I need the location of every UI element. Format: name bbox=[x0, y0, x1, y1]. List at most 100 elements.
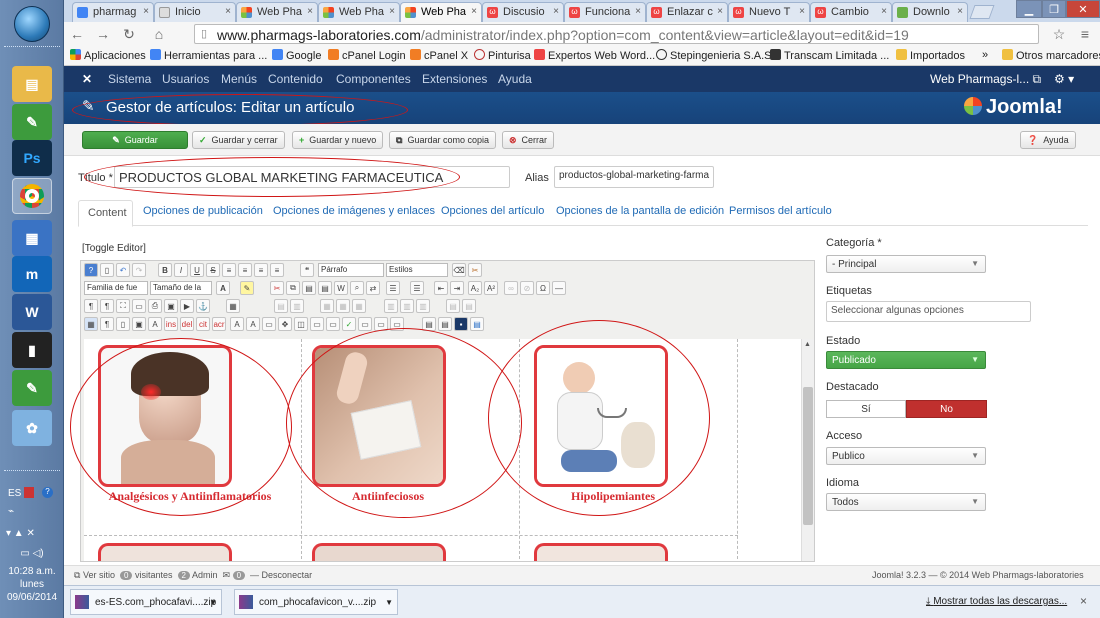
reload-icon[interactable]: ↻ bbox=[120, 25, 138, 43]
bookmarks-overflow[interactable]: » bbox=[982, 49, 988, 61]
notepad-plus-icon-2[interactable]: ✎ bbox=[12, 370, 52, 406]
save-copy-button[interactable]: ⧉ Guardar como copia bbox=[389, 131, 496, 149]
new-tab-button[interactable] bbox=[969, 5, 995, 19]
highlight-color-icon[interactable]: ✎ bbox=[240, 281, 254, 295]
insert-image-icon[interactable]: ▣ bbox=[132, 317, 146, 331]
cell-props-icon[interactable]: ▦ bbox=[336, 299, 350, 313]
bold-icon[interactable]: B bbox=[158, 263, 172, 277]
view-site-link[interactable]: Ver sitio bbox=[83, 570, 115, 580]
align-justify-icon[interactable]: ≡ bbox=[270, 263, 284, 277]
readmore-icon[interactable]: ▤ bbox=[438, 317, 452, 331]
insert-col-icon[interactable]: ▥ bbox=[400, 299, 414, 313]
tab-images-links[interactable]: Opciones de imágenes y enlaces bbox=[273, 205, 435, 217]
bookmark-cpanel-login[interactable]: cPanel Login bbox=[328, 49, 406, 62]
fullscreen-icon[interactable]: ⛶ bbox=[116, 299, 130, 313]
featured-yes-button[interactable]: Sí bbox=[826, 400, 906, 418]
align-right-icon[interactable]: ≡ bbox=[254, 263, 268, 277]
menu-icon[interactable]: ≡ bbox=[1076, 25, 1094, 43]
paint-icon[interactable]: ✿ bbox=[12, 410, 52, 446]
close-icon[interactable]: × bbox=[799, 6, 805, 17]
tab-6[interactable]: ω Discusio × bbox=[482, 2, 564, 22]
layer-icon[interactable]: ▭ bbox=[262, 317, 276, 331]
insert-row-icon[interactable]: ▤ bbox=[446, 299, 460, 313]
bookmark-expertos[interactable]: Expertos Web Word... bbox=[534, 49, 655, 62]
numbered-list-icon[interactable]: ☰ bbox=[410, 281, 424, 295]
pagebreak-icon[interactable]: ▭ bbox=[326, 317, 340, 331]
menu-menus[interactable]: Menús bbox=[221, 72, 257, 86]
network-icon[interactable]: ⌁ bbox=[0, 506, 64, 517]
move-icon[interactable]: ✥ bbox=[278, 317, 292, 331]
access-select[interactable]: Publico ▼ bbox=[826, 447, 986, 465]
bookmark-google[interactable]: Google bbox=[272, 49, 321, 62]
menu-componentes[interactable]: Componentes bbox=[336, 72, 411, 86]
strikethrough-icon[interactable]: S bbox=[206, 263, 220, 277]
anchor-icon[interactable]: ⚓ bbox=[196, 299, 210, 313]
close-icon[interactable]: × bbox=[553, 6, 559, 17]
close-window-button[interactable]: ✕ bbox=[1066, 0, 1100, 18]
close-icon[interactable]: × bbox=[389, 6, 395, 17]
split-cells-icon[interactable]: ▥ bbox=[384, 299, 398, 313]
new-document-icon[interactable]: ▯ bbox=[100, 263, 114, 277]
explorer-icon[interactable]: ▤ bbox=[12, 66, 52, 102]
cite-icon[interactable]: cit bbox=[196, 317, 210, 331]
state-select[interactable]: Publicado ▼ bbox=[826, 351, 986, 369]
word-count-icon[interactable]: ▤ bbox=[470, 317, 484, 331]
text-color-icon[interactable]: A bbox=[216, 281, 230, 295]
url-bar[interactable]: ▯ www.pharmags-laboratories.com/administ… bbox=[194, 24, 1039, 44]
paste-word-icon[interactable]: W bbox=[334, 281, 348, 295]
tab-9[interactable]: ω Nuevo T × bbox=[728, 2, 810, 22]
link-icon[interactable]: ∞ bbox=[504, 281, 518, 295]
bookmark-pinturisa[interactable]: Pinturisa bbox=[474, 49, 531, 62]
maxthon-icon[interactable]: m bbox=[12, 256, 52, 292]
redo-icon[interactable]: ↷ bbox=[132, 263, 146, 277]
table-col-icon[interactable]: ▥ bbox=[290, 299, 304, 313]
superscript-icon[interactable]: A² bbox=[484, 281, 498, 295]
undo-icon[interactable]: ↶ bbox=[116, 263, 130, 277]
language-select[interactable]: Todos ▼ bbox=[826, 493, 986, 511]
phone-icon[interactable]: ▮ bbox=[12, 332, 52, 368]
font-family-select[interactable]: Familia de fue bbox=[84, 281, 148, 295]
table-row-icon[interactable]: ▤ bbox=[274, 299, 288, 313]
abbr-icon[interactable]: A bbox=[148, 317, 162, 331]
caret-down-icon[interactable]: ▼ bbox=[385, 598, 393, 607]
tab-article-options[interactable]: Opciones del artículo bbox=[441, 205, 544, 217]
menu-sistema[interactable]: Sistema bbox=[108, 72, 151, 86]
tray-icons[interactable]: ▾ ▲ ✕ bbox=[6, 528, 56, 540]
paste-icon[interactable]: ▤ bbox=[302, 281, 316, 295]
close-downloads-icon[interactable]: × bbox=[1080, 594, 1087, 608]
download-item-2[interactable]: com_phocafavicon_v....zip ▼ bbox=[234, 589, 398, 615]
indent-icon[interactable]: ⇥ bbox=[450, 281, 464, 295]
bookmark-transcam[interactable]: Transcam Limitada ... bbox=[770, 49, 889, 62]
attributes-icon[interactable]: A bbox=[246, 317, 260, 331]
bookmark-star-icon[interactable]: ☆ bbox=[1050, 25, 1068, 43]
show-all-downloads-link[interactable]: ⤓ Mostrar todas las descargas... bbox=[926, 596, 1067, 607]
blockquote-icon[interactable]: ❝ bbox=[300, 263, 314, 277]
forward-icon[interactable]: → bbox=[94, 25, 112, 43]
font-size-select[interactable]: Tamaño de la bbox=[150, 281, 212, 295]
absolute-icon[interactable]: ◫ bbox=[294, 317, 308, 331]
category-select[interactable]: - Principal ▼ bbox=[826, 255, 986, 273]
nonbreaking-icon[interactable]: ▭ bbox=[310, 317, 324, 331]
spellcheck-icon[interactable]: ✓ bbox=[342, 317, 356, 331]
scroll-up-icon[interactable]: ▲ bbox=[804, 341, 811, 348]
flag-icon[interactable] bbox=[24, 487, 34, 498]
align-left-icon[interactable]: ≡ bbox=[222, 263, 236, 277]
paragraph-ltr-icon[interactable]: ¶ bbox=[84, 299, 98, 313]
copy-icon[interactable]: ⧉ bbox=[286, 281, 300, 295]
tab-editing-layout[interactable]: Opciones de la pantalla de edición bbox=[556, 205, 724, 217]
horizontal-rule-icon[interactable]: — bbox=[552, 281, 566, 295]
underline-icon[interactable]: U bbox=[190, 263, 204, 277]
clock-time[interactable]: 10:28 a.m. bbox=[0, 566, 64, 577]
search-icon[interactable]: ⌕ bbox=[350, 281, 364, 295]
delete-row-icon[interactable]: ▤ bbox=[462, 299, 476, 313]
tab-4[interactable]: Web Pha × bbox=[318, 2, 400, 22]
tab-8[interactable]: ω Enlazar c × bbox=[646, 2, 728, 22]
print-icon[interactable]: ⎙ bbox=[148, 299, 162, 313]
paste-text-icon[interactable]: ▤ bbox=[318, 281, 332, 295]
bookmark-herramientas[interactable]: Herramientas para ... bbox=[150, 49, 267, 62]
close-button[interactable]: ⊗ Cerrar bbox=[502, 131, 555, 149]
tab-1[interactable]: pharmag × bbox=[72, 2, 154, 22]
close-icon[interactable]: × bbox=[471, 6, 477, 17]
preview-icon[interactable]: ▭ bbox=[132, 299, 146, 313]
cut-icon[interactable]: ✂ bbox=[270, 281, 284, 295]
